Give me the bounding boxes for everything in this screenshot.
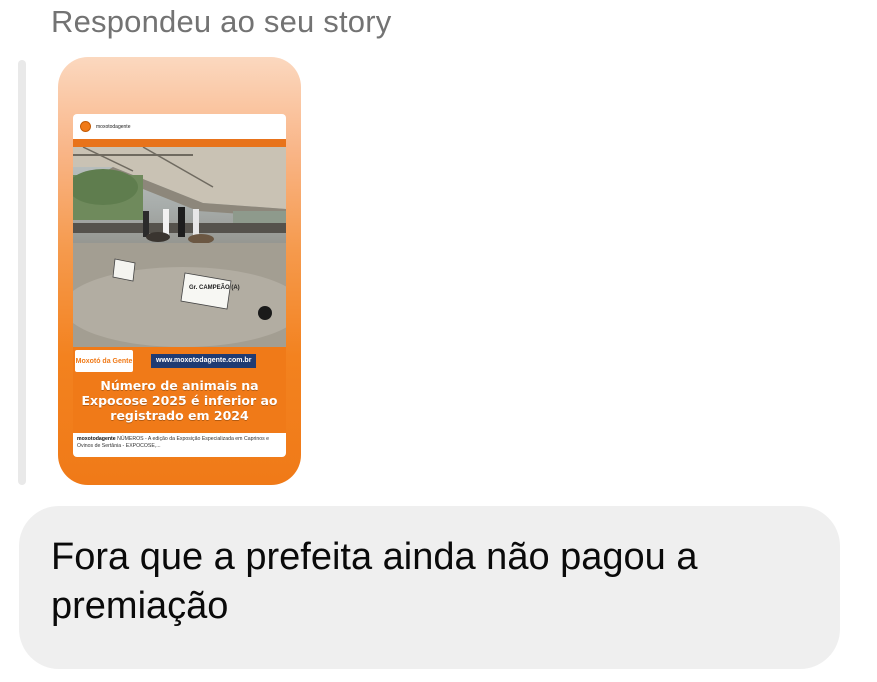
message-text: Fora que a prefeita ainda não pagou a pr… xyxy=(51,536,698,627)
direct-message-thread: Respondeu ao seu story moxotodagente Gr.… xyxy=(0,0,877,682)
floor-light xyxy=(73,267,286,347)
post-header: moxotodagente xyxy=(73,114,286,139)
post-photo: Gr. CAMPEÃO (A) xyxy=(73,147,286,347)
small-placard xyxy=(112,258,136,282)
site-url: www.moxotodagente.com.br xyxy=(151,354,257,368)
person xyxy=(143,211,149,237)
goat xyxy=(188,234,214,244)
post-headline: Número de animais na Expocose 2025 é inf… xyxy=(73,375,286,433)
person xyxy=(193,209,199,237)
placard-text: Gr. CAMPEÃO (A) xyxy=(189,284,240,291)
brand-logo: Moxotó da Gente xyxy=(75,350,133,372)
reply-quote-bar xyxy=(18,60,26,485)
dark-object xyxy=(258,306,272,320)
post-accent-stripe xyxy=(73,139,286,147)
caption-account: moxotodagente xyxy=(77,436,116,442)
person xyxy=(178,207,185,237)
story-reply-label: Respondeu ao seu story xyxy=(51,4,392,39)
goat xyxy=(146,232,170,242)
post-account-name: moxotodagente xyxy=(96,123,131,130)
message-bubble[interactable]: Fora que a prefeita ainda não pagou a pr… xyxy=(19,506,840,669)
post-brand-bar: Moxotó da Gente www.moxotodagente.com.br xyxy=(73,347,286,375)
story-preview-card[interactable]: moxotodagente Gr. CAMPEÃO (A) Moxotó da … xyxy=(58,57,301,485)
post-caption: moxotodagente NÚMEROS - A edição da Expo… xyxy=(73,433,286,457)
account-avatar-icon xyxy=(80,121,91,132)
shared-post: moxotodagente Gr. CAMPEÃO (A) Moxotó da … xyxy=(73,114,286,485)
exhibition-arena-photo: Gr. CAMPEÃO (A) xyxy=(73,147,286,347)
